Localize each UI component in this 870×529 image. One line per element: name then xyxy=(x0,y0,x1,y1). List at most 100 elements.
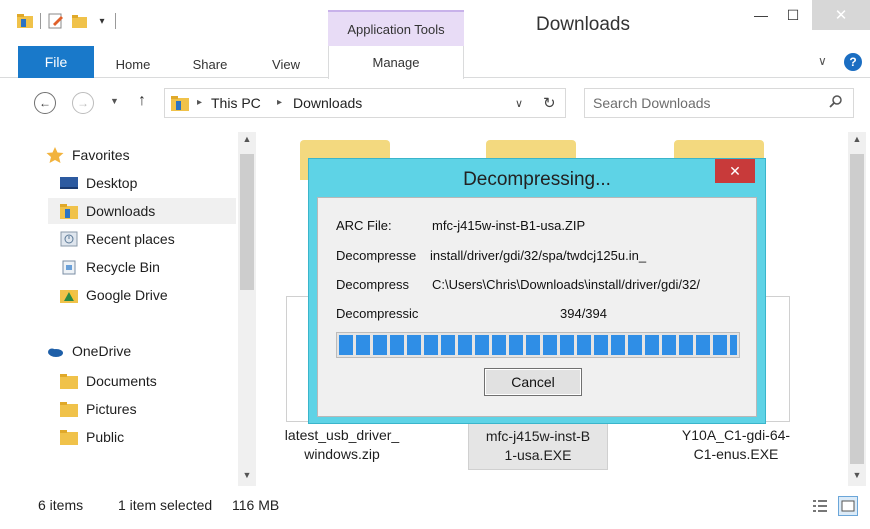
arc-file-label: ARC File: xyxy=(336,218,392,233)
tab-view[interactable]: View xyxy=(254,50,318,78)
new-folder-icon[interactable] xyxy=(71,12,89,30)
decompress-progress-bar xyxy=(336,332,740,358)
decompress-label: Decompresse xyxy=(336,248,417,263)
nav-pane-scrollbar[interactable]: ▲ ▼ xyxy=(238,132,256,486)
cancel-button[interactable]: Cancel xyxy=(484,368,582,396)
decompress-value: install/driver/gdi/32/spa/twdcj125u.in_ xyxy=(430,248,647,263)
decompressing-dialog: Decompressing... ✕ ARC File: mfc-j415w-i… xyxy=(308,158,766,424)
nav-desktop-label: Desktop xyxy=(86,175,138,191)
breadcrumb-downloads[interactable]: Downloads xyxy=(293,95,362,111)
large-icons-view-icon[interactable] xyxy=(838,496,858,516)
nav-recycle-bin[interactable]: Recycle Bin xyxy=(60,254,236,280)
scroll-down-arrow[interactable]: ▼ xyxy=(238,470,256,480)
properties-icon[interactable] xyxy=(47,12,65,30)
nav-onedrive-label: OneDrive xyxy=(72,343,132,359)
nav-google-drive-label: Google Drive xyxy=(86,287,168,303)
nav-google-drive[interactable]: Google Drive xyxy=(60,282,236,308)
scrollbar-thumb[interactable] xyxy=(240,154,254,290)
refresh-icon[interactable]: ↻ xyxy=(543,94,556,112)
dialog-title: Decompressing... xyxy=(463,169,611,190)
nav-pictures[interactable]: Pictures xyxy=(60,396,236,422)
details-view-icon[interactable] xyxy=(810,496,830,516)
google-drive-icon xyxy=(60,287,78,303)
minimize-button[interactable]: — xyxy=(748,0,774,30)
navigation-pane: Favorites Desktop Downloads Recent place… xyxy=(28,132,256,486)
desktop-icon xyxy=(60,175,78,191)
nav-documents-label: Documents xyxy=(86,373,157,389)
nav-recent-places-label: Recent places xyxy=(86,231,175,247)
title-bar: ▾ Application Tools Downloads — ☐ ✕ xyxy=(0,0,870,46)
breadcrumb-separator[interactable]: ▸ xyxy=(197,97,202,108)
search-box[interactable] xyxy=(584,88,854,118)
breadcrumb-separator[interactable]: ▸ xyxy=(277,97,282,108)
recent-locations-dropdown[interactable]: ▼ xyxy=(110,96,119,106)
file-name-line: 1-usa.EXE xyxy=(504,447,572,463)
scrollbar-thumb[interactable] xyxy=(850,154,864,464)
progress-fill xyxy=(339,335,737,355)
search-input[interactable] xyxy=(593,94,813,112)
search-icon[interactable] xyxy=(829,95,843,109)
close-button[interactable]: ✕ xyxy=(812,0,870,30)
progress-count: 394/394 xyxy=(560,306,607,321)
up-button[interactable]: ↑ xyxy=(138,92,146,110)
toolbar-separator xyxy=(115,13,116,29)
window-title: Downloads xyxy=(536,14,630,35)
star-icon xyxy=(46,147,64,163)
expand-ribbon-icon[interactable]: ∨ xyxy=(818,54,827,68)
file-list-scrollbar[interactable]: ▲ ▼ xyxy=(848,132,866,486)
dialog-body: ARC File: mfc-j415w-inst-B1-usa.ZIP Deco… xyxy=(317,197,757,417)
selection-size: 116 MB xyxy=(232,497,280,513)
nav-recent-places[interactable]: Recent places xyxy=(60,226,236,252)
scroll-up-arrow[interactable]: ▲ xyxy=(238,134,256,144)
navigation-bar: ← → ▼ ↑ ▸ This PC ▸ Downloads ∨ ↻ xyxy=(0,84,870,122)
progress-label: Decompressic xyxy=(336,306,419,321)
address-bar[interactable]: ▸ This PC ▸ Downloads ∨ ↻ xyxy=(164,88,566,118)
address-dropdown-icon[interactable]: ∨ xyxy=(515,97,523,110)
nav-favorites[interactable]: Favorites xyxy=(46,142,236,168)
nav-recycle-bin-label: Recycle Bin xyxy=(86,259,160,275)
nav-onedrive[interactable]: OneDrive xyxy=(46,338,236,364)
nav-public[interactable]: Public xyxy=(60,424,236,450)
onedrive-cloud-icon xyxy=(46,343,64,359)
file-item[interactable]: latest_usb_driver_ windows.zip xyxy=(272,426,412,464)
dialog-close-button[interactable]: ✕ xyxy=(715,159,755,183)
folder-app-icon xyxy=(16,12,34,30)
folder-icon xyxy=(60,373,78,389)
file-item[interactable]: Y10A_C1-gdi-64- C1-enus.EXE xyxy=(666,426,806,464)
scroll-up-arrow[interactable]: ▲ xyxy=(848,134,866,144)
tab-file[interactable]: File xyxy=(18,46,94,78)
item-count: 6 items xyxy=(38,497,84,513)
tab-share[interactable]: Share xyxy=(176,50,244,78)
nav-favorites-label: Favorites xyxy=(72,147,130,163)
nav-downloads[interactable]: Downloads xyxy=(48,198,236,224)
maximize-button[interactable]: ☐ xyxy=(780,0,806,30)
ribbon-tabs: File Home Share View Manage ∨ ? xyxy=(0,46,870,79)
scroll-down-arrow[interactable]: ▼ xyxy=(848,470,866,480)
tab-home[interactable]: Home xyxy=(96,50,170,78)
forward-button[interactable]: → xyxy=(72,92,94,114)
help-icon[interactable]: ? xyxy=(844,53,862,71)
quick-access-toolbar: ▾ xyxy=(16,12,116,30)
file-name-line: C1-enus.EXE xyxy=(693,446,779,462)
recycle-bin-icon xyxy=(60,259,78,275)
nav-public-label: Public xyxy=(86,429,125,445)
customize-toolbar-dropdown[interactable]: ▾ xyxy=(95,16,109,27)
destination-row: Decompress C:\Users\Chris\Downloads\inst… xyxy=(336,277,700,292)
nav-desktop[interactable]: Desktop xyxy=(60,170,236,196)
recent-places-icon xyxy=(60,231,78,247)
file-item-selected[interactable]: mfc-j415w-inst-B 1-usa.EXE xyxy=(468,422,608,470)
folder-icon xyxy=(60,401,78,417)
file-name-line: Y10A_C1-gdi-64- xyxy=(681,427,791,443)
tab-manage[interactable]: Manage xyxy=(328,46,464,79)
application-tools-label: Application Tools xyxy=(347,22,445,37)
folder-icon xyxy=(60,429,78,445)
back-button[interactable]: ← xyxy=(34,92,56,114)
breadcrumb-this-pc[interactable]: This PC xyxy=(211,95,261,111)
decompress-row: Decompresse install/driver/gdi/32/spa/tw… xyxy=(336,248,646,263)
arc-file-row: ARC File: mfc-j415w-inst-B1-usa.ZIP xyxy=(336,218,585,233)
nav-documents[interactable]: Documents xyxy=(60,368,236,394)
toolbar-separator xyxy=(40,13,41,29)
arc-file-value: mfc-j415w-inst-B1-usa.ZIP xyxy=(432,218,586,233)
nav-pictures-label: Pictures xyxy=(86,401,137,417)
destination-value: C:\Users\Chris\Downloads\install/driver/… xyxy=(432,277,701,292)
